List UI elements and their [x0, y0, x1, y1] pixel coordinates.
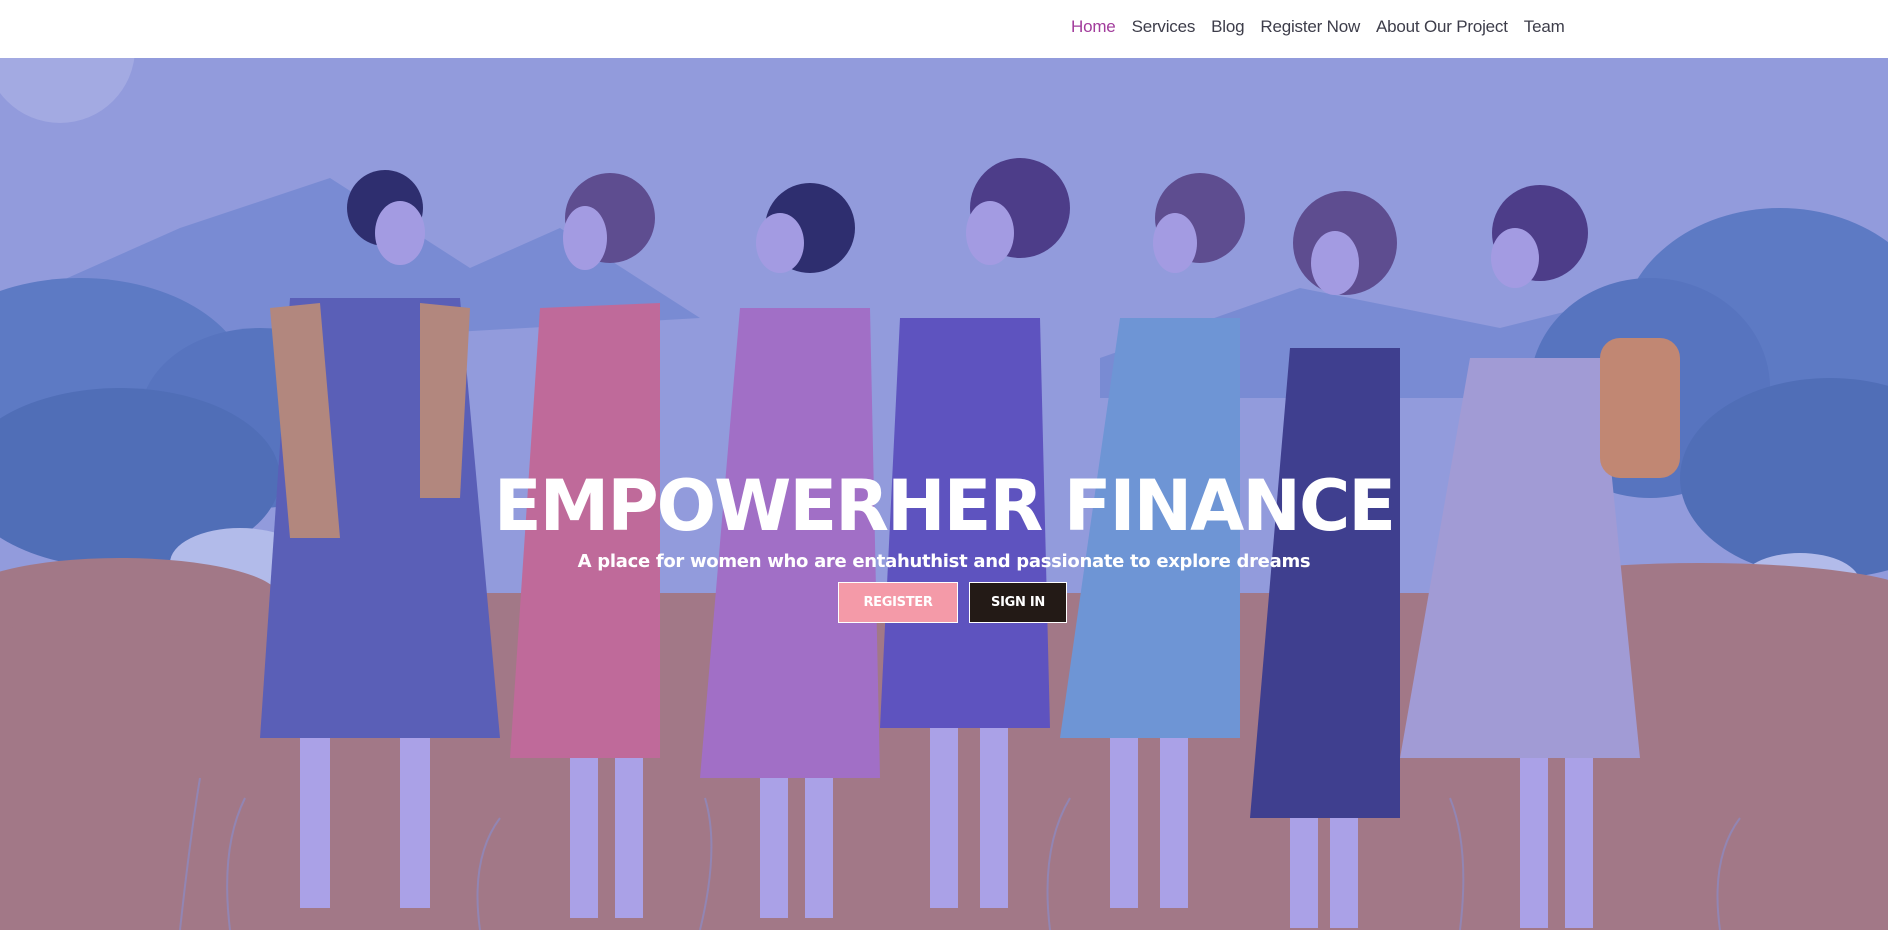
nav-register-now-link[interactable]: Register Now: [1260, 17, 1360, 37]
nav-blog-link[interactable]: Blog: [1211, 17, 1244, 37]
hero-cta-group: REGISTER SIGN IN: [838, 582, 1067, 623]
nav-home-link[interactable]: Home: [1071, 17, 1116, 37]
sign-in-button[interactable]: SIGN IN: [969, 582, 1067, 623]
hero-subtitle: A place for women who are entahuthist an…: [577, 551, 1311, 572]
nav-menu: Home Services Blog Register Now About Ou…: [1071, 17, 1581, 37]
hero-title: EMPOWERHER FINANCE: [493, 464, 1396, 547]
hero-section: EMPOWERHER FINANCE A place for women who…: [0, 58, 1888, 930]
nav-services-link[interactable]: Services: [1132, 17, 1196, 37]
top-navbar: Home Services Blog Register Now About Ou…: [0, 0, 1888, 58]
register-button[interactable]: REGISTER: [838, 582, 958, 623]
hero-content: EMPOWERHER FINANCE A place for women who…: [0, 58, 1888, 930]
nav-team-link[interactable]: Team: [1524, 17, 1565, 37]
nav-about-link[interactable]: About Our Project: [1376, 17, 1508, 37]
